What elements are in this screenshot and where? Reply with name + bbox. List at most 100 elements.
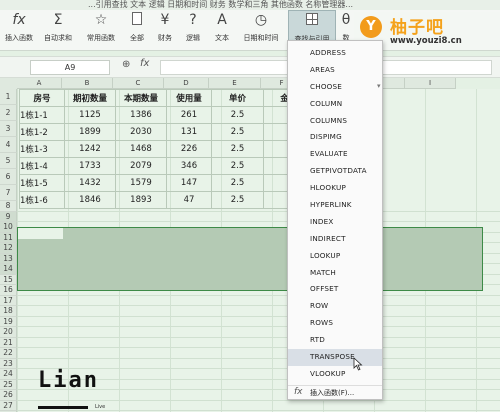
row-header-13[interactable]: 13	[0, 253, 17, 264]
table-cell[interactable]: 346	[166, 157, 212, 175]
row-header-20[interactable]: 20	[0, 327, 17, 338]
table-cell[interactable]: 1242	[64, 140, 116, 158]
row-header-26[interactable]: 26	[0, 390, 17, 401]
table-cell[interactable]: 1893	[115, 191, 167, 209]
table-cell[interactable]: 1栋1-5	[19, 174, 65, 192]
menu-item-columns[interactable]: COLUMNS	[288, 113, 382, 130]
row-header-6[interactable]: 6	[0, 169, 17, 185]
table-cell[interactable]: 47	[166, 191, 212, 209]
row-header-17[interactable]: 17	[0, 295, 17, 306]
row-header-25[interactable]: 25	[0, 379, 17, 390]
row-header-21[interactable]: 21	[0, 337, 17, 348]
menu-item-address[interactable]: ADDRESS	[288, 45, 382, 62]
common-functions-button[interactable]: ☆ 常用函数	[80, 10, 122, 50]
menu-item-vlookup[interactable]: VLOOKUP	[288, 366, 382, 383]
row-header-24[interactable]: 24	[0, 369, 17, 380]
menu-item-dispimg[interactable]: DISPIMG	[288, 129, 382, 146]
table-header-cell[interactable]: 房号	[19, 89, 65, 107]
table-cell[interactable]: 1栋1-1	[19, 106, 65, 124]
row-header-7[interactable]: 7	[0, 185, 17, 201]
row-header-10[interactable]: 10	[0, 222, 17, 233]
text-button[interactable]: A 文本	[208, 10, 236, 50]
table-cell[interactable]: 1579	[115, 174, 167, 192]
table-cell[interactable]: 1899	[64, 123, 116, 141]
table-cell[interactable]: 1栋1-4	[19, 157, 65, 175]
table-cell[interactable]: 2.5	[211, 123, 264, 141]
menu-item-column[interactable]: COLUMN	[288, 96, 382, 113]
table-cell[interactable]: 261	[166, 106, 212, 124]
menu-item-hyperlink[interactable]: HYPERLINK	[288, 197, 382, 214]
table-cell[interactable]: 131	[166, 123, 212, 141]
cell-grid[interactable]: 房号期初数量本期数量使用量单价金1栋1-1112513862612.5651栋1…	[17, 89, 500, 412]
logic-button[interactable]: ? 逻辑	[180, 10, 206, 50]
menu-item-rtd[interactable]: RTD	[288, 332, 382, 349]
menu-item-choose[interactable]: CHOOSE	[288, 79, 382, 96]
table-header-cell[interactable]: 本期数量	[115, 89, 167, 107]
table-cell[interactable]: 1栋1-2	[19, 123, 65, 141]
row-header-15[interactable]: 15	[0, 274, 17, 285]
menu-item-index[interactable]: INDEX	[288, 214, 382, 231]
zoom-icon[interactable]: ⊕	[122, 59, 130, 70]
table-cell[interactable]: 1栋1-3	[19, 140, 65, 158]
row-header-18[interactable]: 18	[0, 306, 17, 317]
table-cell[interactable]: 2030	[115, 123, 167, 141]
menu-item-offset[interactable]: OFFSET	[288, 281, 382, 298]
row-header-27[interactable]: 27	[0, 400, 17, 411]
row-header-16[interactable]: 16	[0, 285, 17, 296]
row-header-11[interactable]: 11	[0, 232, 17, 243]
autosum-button[interactable]: Σ 自动求和	[38, 10, 78, 50]
active-cell[interactable]	[18, 228, 63, 239]
row-header-2[interactable]: 2	[0, 105, 17, 121]
menu-item-evaluate[interactable]: EVALUATE	[288, 146, 382, 163]
row-header-9[interactable]: 9	[0, 211, 17, 222]
menu-item-indirect[interactable]: INDIRECT	[288, 231, 382, 248]
menu-item-match[interactable]: MATCH	[288, 265, 382, 282]
table-cell[interactable]: 2.5	[211, 157, 264, 175]
menu-item-row[interactable]: ROW	[288, 298, 382, 315]
datetime-button[interactable]: ◷ 日期和时间	[238, 10, 284, 50]
table-cell[interactable]: 1386	[115, 106, 167, 124]
table-cell[interactable]: 1733	[64, 157, 116, 175]
table-cell[interactable]: 1468	[115, 140, 167, 158]
table-cell[interactable]: 2.5	[211, 174, 264, 192]
row-header-1[interactable]: 1	[0, 89, 17, 105]
menu-item-getpivotdata[interactable]: GETPIVOTDATA	[288, 163, 382, 180]
table-cell[interactable]: 1125	[64, 106, 116, 124]
row-header-3[interactable]: 3	[0, 121, 17, 137]
table-header-cell[interactable]: 使用量	[166, 89, 212, 107]
formula-fx-icon[interactable]: fx	[140, 58, 149, 69]
table-cell[interactable]: 1846	[64, 191, 116, 209]
table-cell[interactable]: 147	[166, 174, 212, 192]
column-header-e[interactable]: E	[209, 78, 261, 89]
selected-range[interactable]	[17, 227, 483, 291]
menu-item-rows[interactable]: ROWS	[288, 315, 382, 332]
menu-item-hlookup[interactable]: HLOOKUP	[288, 180, 382, 197]
column-header-a[interactable]: A	[17, 78, 62, 89]
row-header-19[interactable]: 19	[0, 316, 17, 327]
table-cell[interactable]: 1栋1-6	[19, 191, 65, 209]
table-cell[interactable]: 2.5	[211, 140, 264, 158]
column-header-i[interactable]: I	[405, 78, 456, 89]
name-box[interactable]: A9	[30, 60, 110, 75]
table-cell[interactable]: 1432	[64, 174, 116, 192]
row-header-12[interactable]: 12	[0, 243, 17, 254]
column-header-c[interactable]: C	[113, 78, 164, 89]
table-cell[interactable]: 226	[166, 140, 212, 158]
row-header-8[interactable]: 8	[0, 201, 17, 212]
table-cell[interactable]: 2079	[115, 157, 167, 175]
table-header-cell[interactable]: 单价	[211, 89, 264, 107]
menu-item-areas[interactable]: AREAS	[288, 62, 382, 79]
table-header-cell[interactable]: 期初数量	[64, 89, 116, 107]
row-header-5[interactable]: 5	[0, 153, 17, 169]
column-header-d[interactable]: D	[164, 78, 209, 89]
all-functions-button[interactable]: 全部	[124, 10, 150, 50]
insert-function-menu-item[interactable]: fx 插入函数(F)...	[288, 385, 382, 400]
row-header-4[interactable]: 4	[0, 137, 17, 153]
row-header-23[interactable]: 23	[0, 358, 17, 369]
table-cell[interactable]: 2.5	[211, 191, 264, 209]
finance-button[interactable]: ¥ 财务	[152, 10, 178, 50]
row-header-14[interactable]: 14	[0, 264, 17, 275]
insert-function-button[interactable]: fx 插入函数	[2, 10, 36, 50]
column-header-b[interactable]: B	[62, 78, 113, 89]
menu-item-transpose[interactable]: TRANSPOSE	[288, 349, 382, 366]
